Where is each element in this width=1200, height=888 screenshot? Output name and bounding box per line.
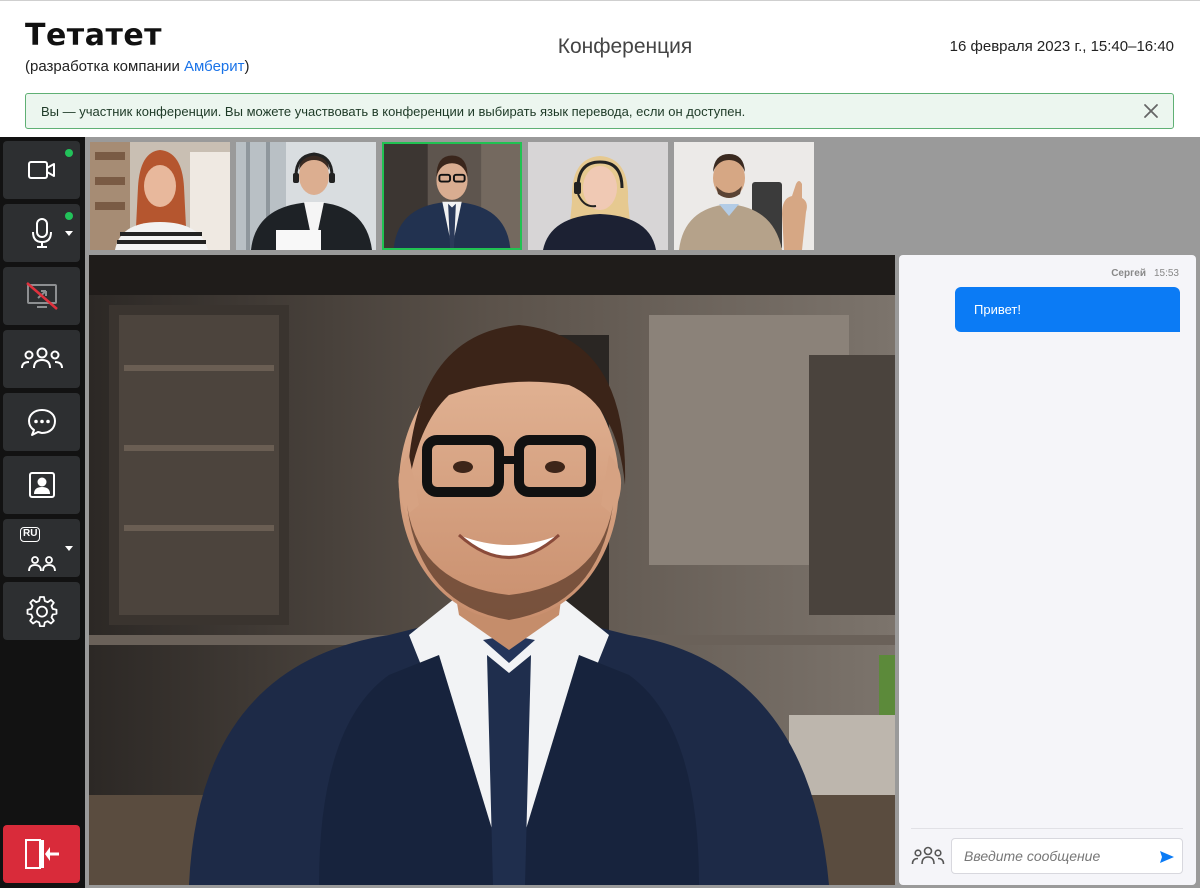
conference-main: RU Сергей 15:53 Привет! Введите сообщени…: [0, 137, 1200, 888]
interpretation-button[interactable]: RU: [3, 519, 80, 577]
participant-thumbnail[interactable]: [90, 142, 230, 250]
participant-thumbnail[interactable]: [674, 142, 814, 250]
participants-icon: [911, 846, 945, 865]
send-icon[interactable]: [1159, 849, 1175, 863]
contact-card-icon: [28, 472, 55, 498]
camera-toggle-button[interactable]: [3, 141, 80, 199]
settings-button[interactable]: [3, 582, 80, 640]
language-badge: RU: [20, 527, 41, 542]
message-meta: Сергей 15:53: [1111, 268, 1179, 279]
microphone-status-indicator: [65, 212, 73, 220]
exit-door-icon: [24, 839, 59, 869]
alert-text: Вы — участник конференции. Вы можете уча…: [41, 104, 746, 119]
subtitle-suffix: ): [244, 58, 250, 75]
chevron-down-icon[interactable]: [65, 546, 73, 551]
interpreter-icon: [27, 556, 56, 572]
microphone-toggle-button[interactable]: [3, 204, 80, 262]
main-video-feed[interactable]: [89, 255, 895, 885]
participant-thumbnail[interactable]: [236, 142, 376, 250]
message-author: Сергей: [1111, 268, 1146, 279]
conference-datetime: 16 февраля 2023 г., 15:40–16:40: [949, 38, 1174, 55]
video-camera-icon: [27, 161, 55, 179]
control-sidebar: RU: [0, 137, 85, 888]
page-title: Конференция: [557, 35, 693, 58]
header: Тетатет (разработка компании Амберит) Ко…: [0, 1, 1200, 136]
message-input[interactable]: [951, 838, 1183, 874]
chat-divider: [911, 828, 1183, 829]
leave-conference-button[interactable]: [3, 825, 80, 883]
chat-participants-button[interactable]: [911, 845, 945, 867]
participants-button[interactable]: [3, 330, 80, 388]
screen-share-button[interactable]: [3, 267, 80, 325]
chat-button[interactable]: [3, 393, 80, 451]
brand-logo: Тетатет: [25, 18, 163, 53]
close-icon[interactable]: [1141, 101, 1161, 121]
subtitle-prefix: (разработка компании: [25, 58, 185, 75]
participants-icon: [20, 347, 63, 369]
message-time: 15:53: [1153, 268, 1179, 279]
company-link[interactable]: Амберит: [184, 58, 245, 75]
microphone-icon: [31, 218, 52, 248]
gear-icon: [26, 596, 57, 627]
participant-thumbnail[interactable]: [528, 142, 668, 250]
contacts-button[interactable]: [3, 456, 80, 514]
chevron-down-icon[interactable]: [65, 231, 73, 236]
conference-app: Тетатет (разработка компании Амберит) Ко…: [0, 0, 1200, 888]
screen-share-off-icon: [25, 282, 58, 310]
message-bubble: Привет!: [955, 287, 1180, 332]
camera-status-indicator: [65, 149, 73, 157]
brand-subtitle: (разработка компании Амберит): [25, 58, 250, 75]
info-alert: Вы — участник конференции. Вы можете уча…: [25, 93, 1174, 129]
chat-panel: Сергей 15:53 Привет!: [899, 255, 1196, 885]
participant-thumbnail-active[interactable]: [382, 142, 522, 250]
chat-bubble-icon: [27, 409, 56, 436]
